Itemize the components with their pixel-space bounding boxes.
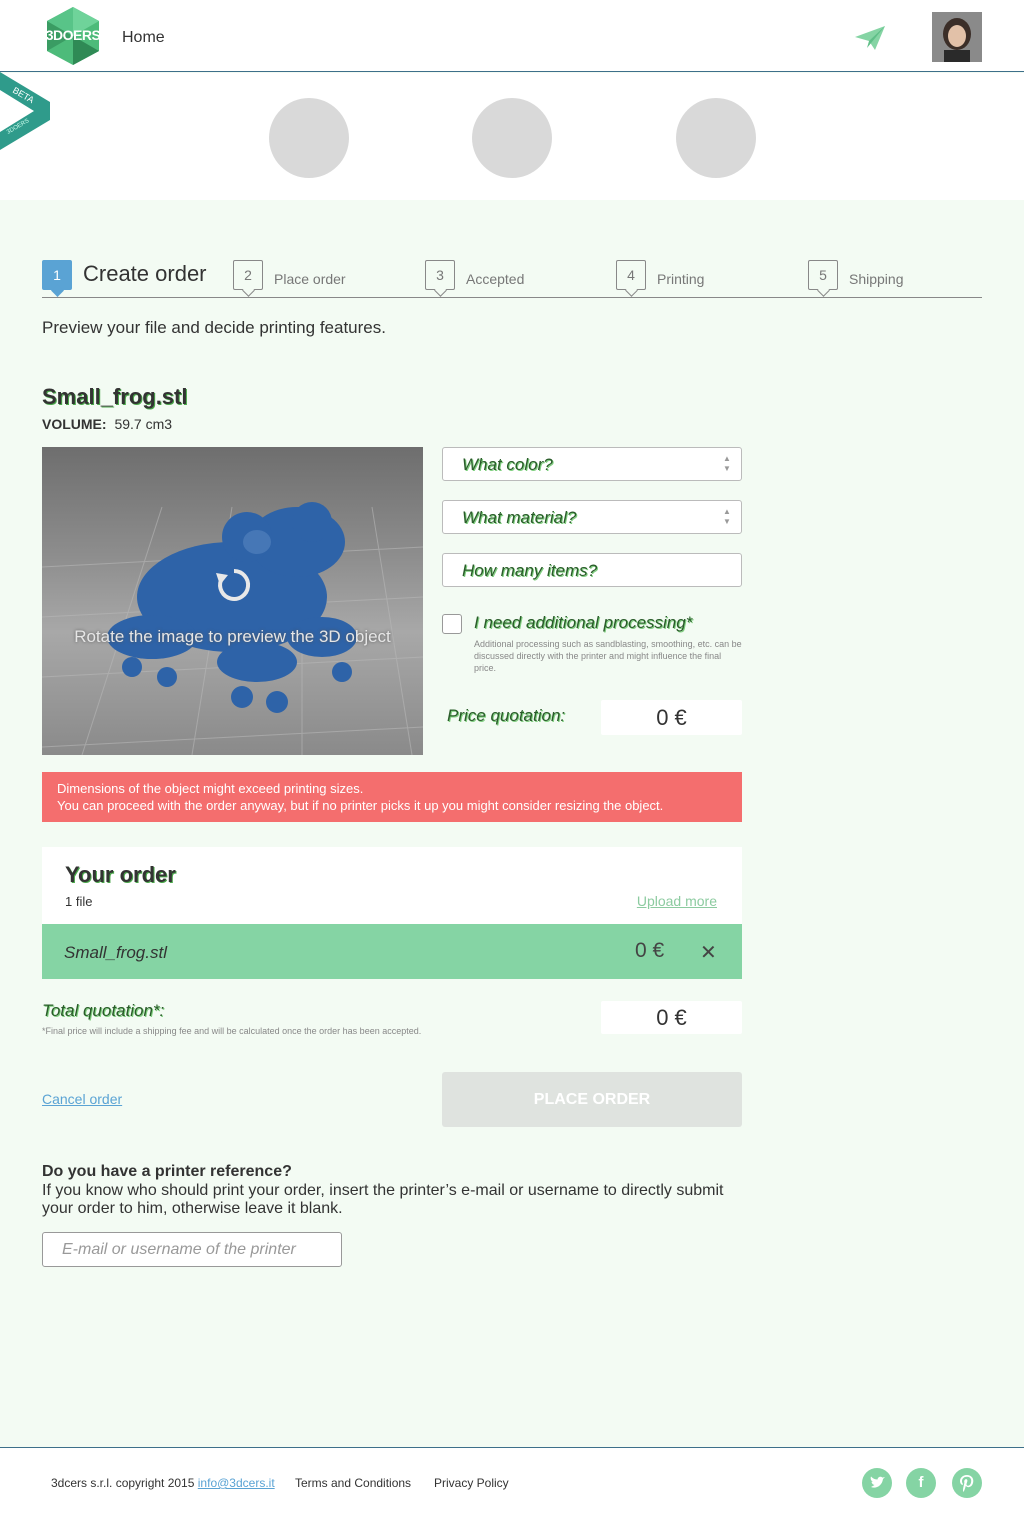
material-select-label: What material?	[462, 508, 577, 527]
printer-reference-text: If you know who should print your order,…	[42, 1182, 724, 1217]
place-order-button[interactable]: PLACE ORDER	[442, 1072, 742, 1127]
file-volume: VOLUME: 59.7 cm3	[42, 416, 172, 432]
placeholder-circle	[472, 98, 552, 178]
rotate-hint: Rotate the image to preview the 3D objec…	[74, 627, 391, 646]
copyright-text: 3dcers s.r.l. copyright 2015	[51, 1476, 195, 1490]
total-quotation-note: *Final price will include a shipping fee…	[42, 1026, 422, 1036]
material-select[interactable]: What material? ▲ ▼	[442, 500, 742, 534]
step-number: 5	[808, 260, 838, 290]
terms-link[interactable]: Terms and Conditions	[295, 1476, 411, 1490]
total-quotation-value: 0 €	[601, 1001, 742, 1034]
beta-ribbon: BETA 3DOERS	[0, 72, 60, 152]
alert-line: You can proceed with the order anyway, b…	[57, 798, 664, 813]
select-arrows-icon: ▲ ▼	[723, 507, 731, 526]
logo-text: 3DOERS	[45, 27, 101, 43]
step-label: Printing	[657, 271, 705, 287]
rotate-icon	[214, 565, 254, 610]
order-summary: Your order 1 file Upload more Small_frog…	[42, 847, 742, 979]
model-preview[interactable]: Rotate the image to preview the 3D objec…	[42, 447, 423, 755]
step-number: 3	[425, 260, 455, 290]
step-label: Create order	[83, 261, 207, 286]
privacy-link[interactable]: Privacy Policy	[434, 1476, 509, 1490]
step-label: Shipping	[849, 271, 904, 287]
size-warning-alert: Dimensions of the object might exceed pr…	[42, 772, 742, 822]
paper-plane-icon[interactable]	[853, 24, 887, 52]
price-quotation-value: 0 €	[601, 700, 742, 735]
order-item-name: Small_frog.stl	[64, 943, 167, 962]
order-file-count: 1 file	[65, 894, 93, 909]
step-number: 4	[616, 260, 646, 290]
nav-home-link[interactable]: Home	[122, 29, 165, 47]
printer-reference-title: Do you have a printer reference?	[42, 1163, 292, 1180]
order-item-price: 0 €	[635, 939, 665, 962]
quantity-input-placeholder: How many items?	[462, 561, 598, 580]
placeholder-circle	[269, 98, 349, 178]
volume-label: VOLUME:	[42, 416, 107, 432]
additional-processing-checkbox[interactable]	[442, 614, 462, 634]
quantity-input[interactable]: How many items?	[442, 553, 742, 587]
additional-processing-note: Additional processing such as sandblasti…	[474, 639, 742, 673]
footer: 3dcers s.r.l. copyright 2015 info@3dcers…	[0, 1447, 1024, 1518]
remove-item-close-icon[interactable]: ✕	[700, 940, 717, 965]
volume-value: 59.7 cm3	[114, 416, 173, 432]
file-title: Small_frog.stl	[42, 384, 188, 409]
placeholder-circle	[676, 98, 756, 178]
intro-text: Preview your file and decide printing fe…	[42, 318, 386, 337]
order-item-row: Small_frog.stl 0 € ✕	[42, 924, 742, 979]
facebook-icon[interactable]: f	[906, 1468, 936, 1498]
footer-copyright: 3dcers s.r.l. copyright 2015 info@3dcers…	[51, 1476, 275, 1490]
total-quotation-label: Total quotation*:	[42, 1001, 165, 1020]
user-avatar[interactable]	[932, 12, 982, 62]
twitter-icon[interactable]	[862, 1468, 892, 1498]
step-number: 1	[42, 260, 72, 290]
price-quotation-label: Price quotation:	[447, 706, 566, 725]
pinterest-icon[interactable]	[952, 1468, 982, 1498]
step-label: Place order	[274, 271, 346, 287]
cancel-order-link[interactable]: Cancel order	[42, 1091, 122, 1107]
alert-line: Dimensions of the object might exceed pr…	[57, 781, 364, 796]
printer-reference-input[interactable]: E-mail or username of the printer	[42, 1232, 342, 1267]
step-label: Accepted	[466, 271, 525, 287]
order-progress-steps: 1 Create order 2 Place order 3 Accepted …	[42, 259, 982, 298]
select-arrows-icon: ▲ ▼	[723, 454, 731, 473]
printer-reference-placeholder: E-mail or username of the printer	[62, 1241, 296, 1258]
placeholder-circles-band	[0, 73, 1024, 200]
additional-processing-label[interactable]: I need additional processing*	[474, 613, 692, 633]
footer-email-link[interactable]: info@3dcers.it	[198, 1476, 275, 1490]
top-navbar: 3DOERS Home	[0, 0, 1024, 72]
logo[interactable]: 3DOERS	[42, 5, 104, 67]
step-number: 2	[233, 260, 263, 290]
upload-more-link[interactable]: Upload more	[637, 893, 717, 909]
color-select-label: What color?	[462, 455, 553, 474]
color-select[interactable]: What color? ▲ ▼	[442, 447, 742, 481]
order-title: Your order	[65, 862, 176, 887]
